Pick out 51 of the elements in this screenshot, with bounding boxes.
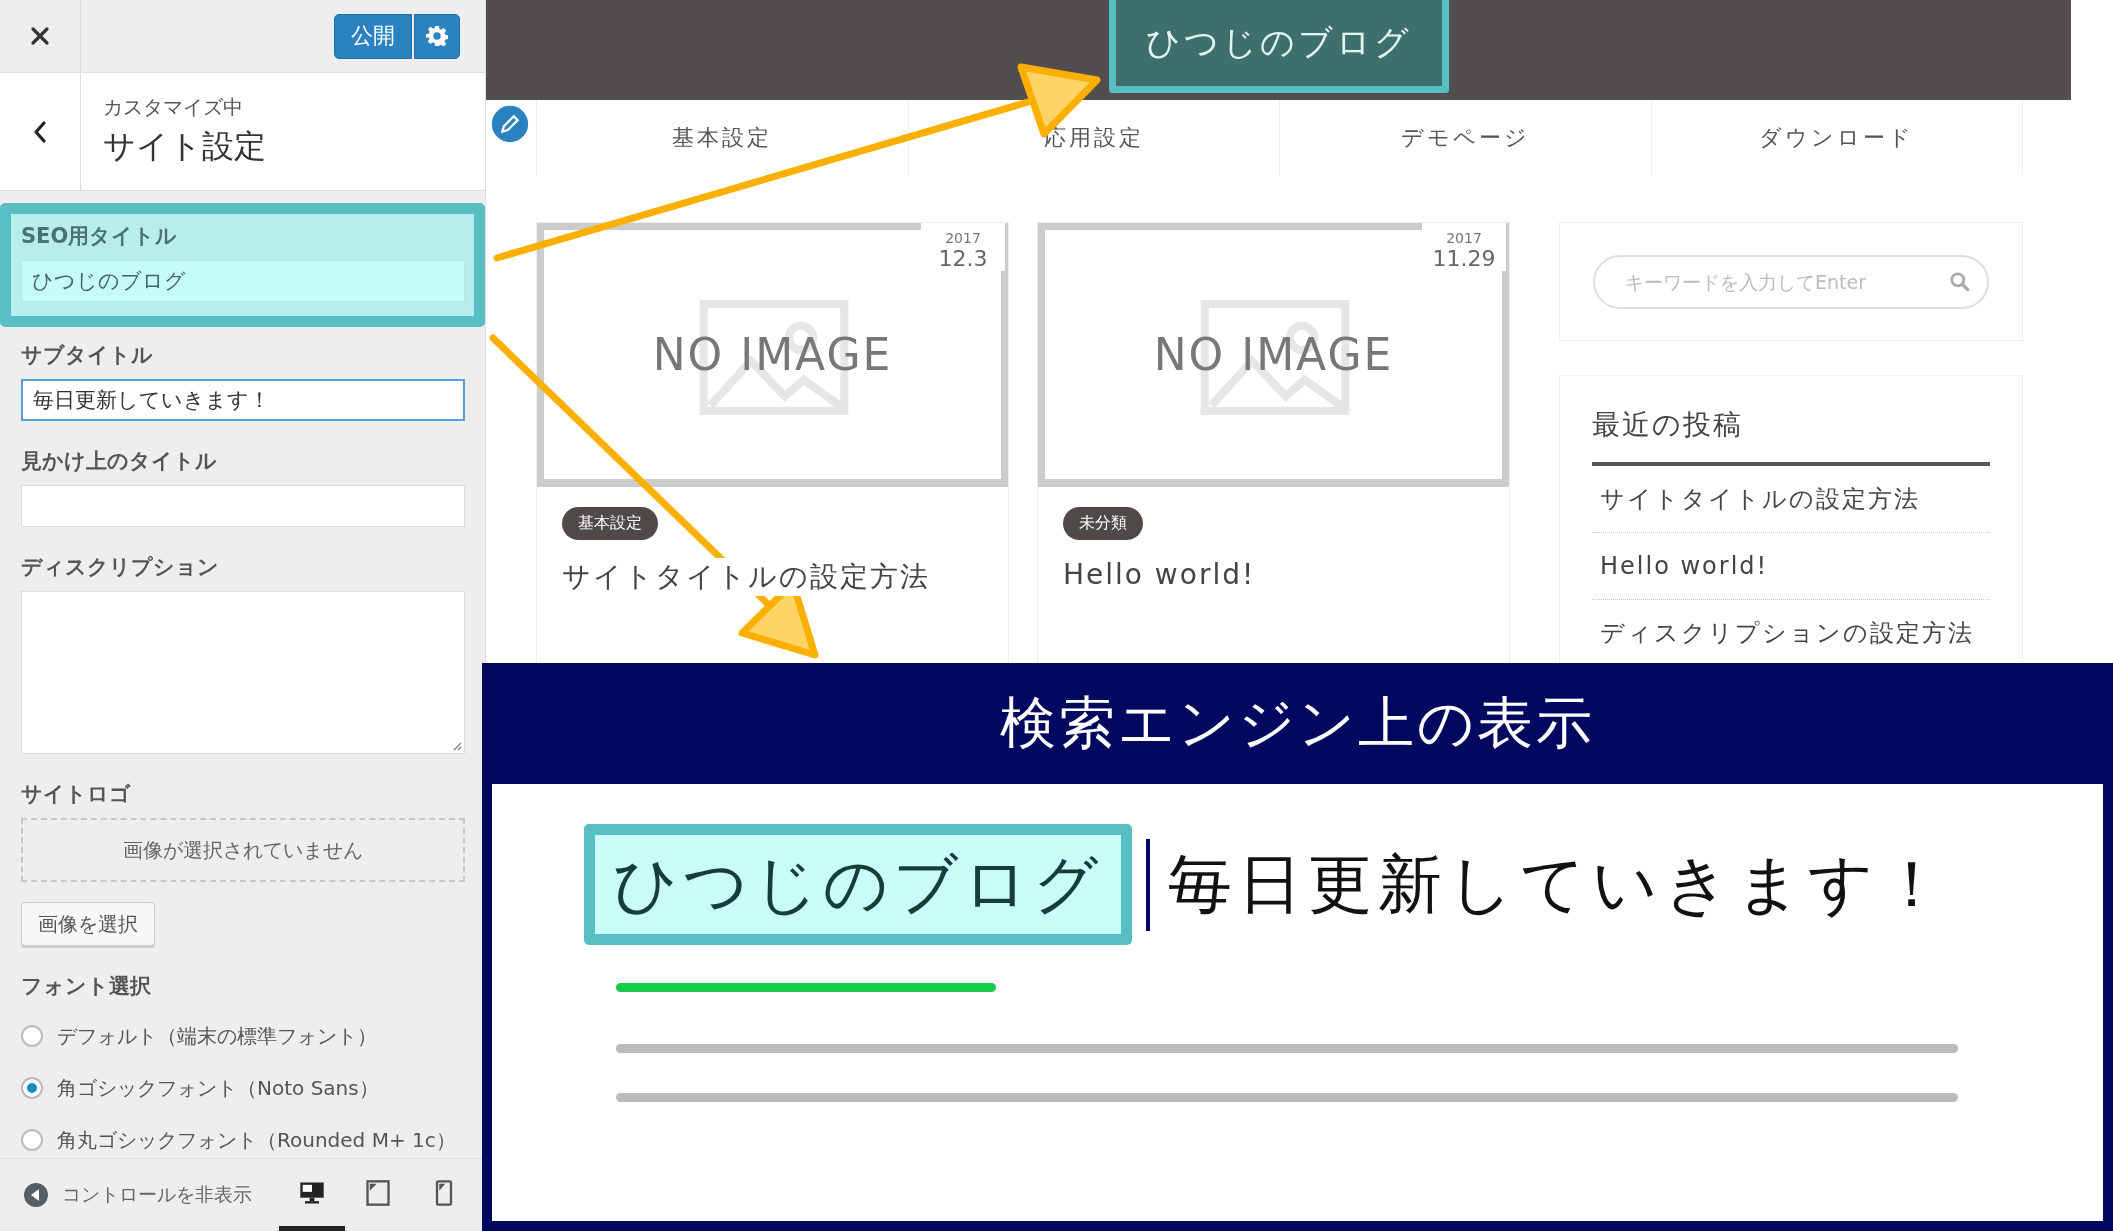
date-text: 11.29 xyxy=(1432,246,1496,271)
date-year: 2017 xyxy=(945,230,981,246)
post-card[interactable]: NO IMAGE 2017 12.3 基本設定 サイトタイトルの設定方法 xyxy=(536,222,1009,663)
hide-controls-link[interactable]: コントロールを非表示 xyxy=(62,1182,252,1208)
select-image-button[interactable]: 画像を選択 xyxy=(21,902,155,946)
no-image-text: NO IMAGE xyxy=(1153,329,1394,380)
category-tag[interactable]: 未分類 xyxy=(1063,507,1143,540)
field-label: SEO用タイトル xyxy=(21,223,179,250)
date-year: 2017 xyxy=(1446,230,1482,246)
close-icon[interactable] xyxy=(30,26,50,46)
result-subtitle: 毎日更新していきます！ xyxy=(1168,846,1950,923)
search-icon[interactable] xyxy=(1949,270,1971,293)
input-field[interactable] xyxy=(21,485,465,527)
image-field[interactable]: 画像が選択されていません xyxy=(21,818,465,882)
site-title[interactable]: ひつじのブログ xyxy=(1108,0,1449,93)
publish-button[interactable]: 公開 xyxy=(334,13,412,59)
radio-label: デフォルト（端末の標準フォント） xyxy=(57,1022,377,1050)
settings-button[interactable] xyxy=(414,13,460,59)
field-label: 見かけ上のタイトル xyxy=(21,448,218,475)
category-tag[interactable]: 基本設定 xyxy=(562,507,658,540)
edit-icon[interactable] xyxy=(488,102,532,146)
post-title[interactable]: サイトタイトルの設定方法 xyxy=(562,558,930,596)
collapse-icon[interactable] xyxy=(24,1183,48,1207)
nav-link[interactable]: デモページ xyxy=(1280,100,1652,175)
search-field[interactable]: キーワードを入力してEnter xyxy=(1593,254,1989,309)
recent-post-link[interactable]: Hello world! xyxy=(1592,533,1990,600)
post-card[interactable]: NO IMAGE 2017 11.29 未分類 Hello world! xyxy=(1037,222,1510,663)
result-title: ひつじのブログ xyxy=(584,824,1132,945)
no-image-text: NO IMAGE xyxy=(652,329,893,380)
radio-button[interactable] xyxy=(21,1077,43,1099)
radio-label: 角丸ゴシックフォント（Rounded M+ 1c） xyxy=(57,1126,456,1154)
date-text: 12.3 xyxy=(938,246,988,271)
field-label: サブタイトル xyxy=(21,342,154,369)
widget-title: 最近の投稿 xyxy=(1592,406,1990,466)
radio-button[interactable] xyxy=(21,1129,43,1151)
back-icon[interactable] xyxy=(33,119,47,144)
nav-link[interactable]: 基本設定 xyxy=(537,100,909,175)
settings-icon xyxy=(426,25,448,47)
nav-link[interactable]: ダウンロード xyxy=(1651,100,2023,175)
breadcrumb-text: カスタマイズ中 xyxy=(103,94,244,121)
recent-post-link[interactable]: サイトタイトルの設定方法 xyxy=(1592,466,1990,533)
field-label: フォント選択 xyxy=(21,973,152,1000)
resize-handle-icon[interactable] xyxy=(452,741,462,751)
input-field[interactable]: 毎日更新していきます！ xyxy=(21,379,465,421)
section-title: サイト設定 xyxy=(103,126,266,167)
field-label: サイトロゴ xyxy=(21,781,132,808)
input-field[interactable]: ひつじのブログ xyxy=(21,260,465,302)
radio-label: 角ゴシックフォント（Noto Sans） xyxy=(57,1074,379,1102)
tablet-icon xyxy=(364,1178,392,1207)
field-label: ディスクリプション xyxy=(21,554,220,581)
radio-button[interactable] xyxy=(21,1025,43,1047)
